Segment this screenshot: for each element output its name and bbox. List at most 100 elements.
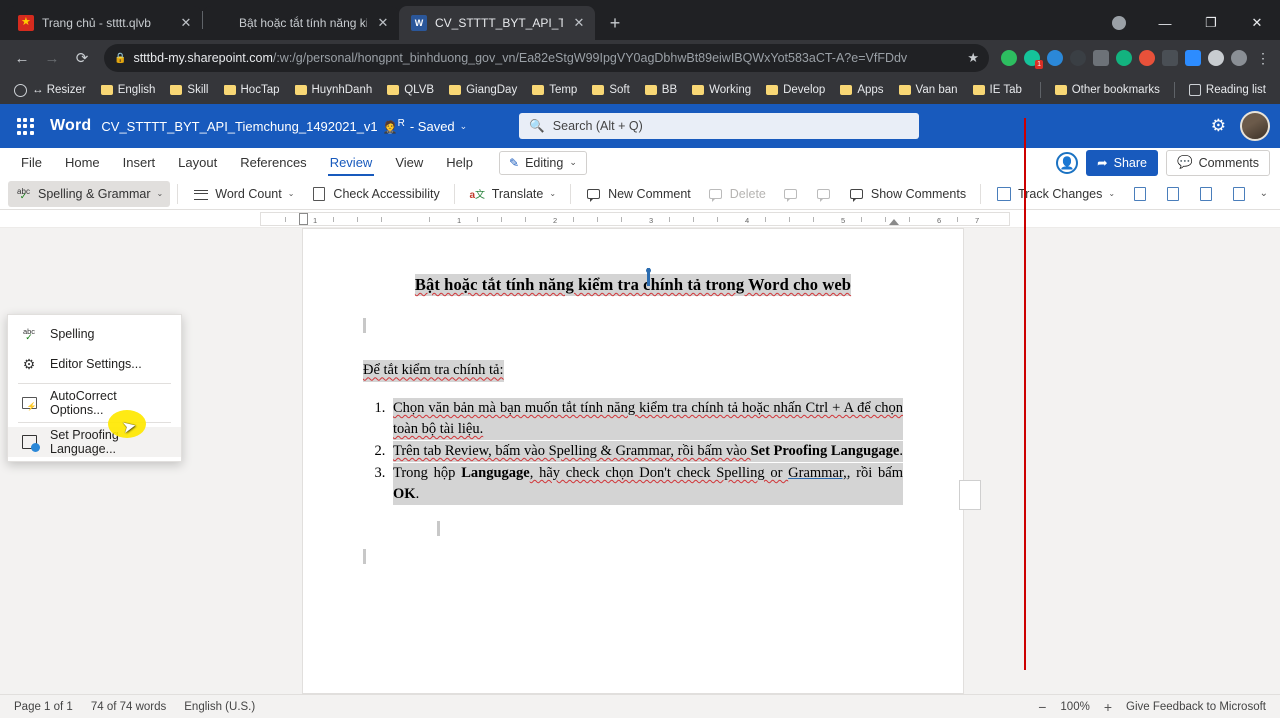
chevron-down-icon[interactable]: ⌄ xyxy=(460,121,468,132)
word-count[interactable]: 74 of 74 words xyxy=(91,701,166,713)
editing-mode-button[interactable]: ✎ Editing ⌄ xyxy=(499,150,587,175)
minimize-button[interactable]: — xyxy=(1142,6,1188,40)
reading-list-button[interactable]: Reading list xyxy=(1183,82,1272,98)
tab-review[interactable]: Review xyxy=(319,151,384,176)
check-accessibility-button[interactable]: Check Accessibility xyxy=(303,181,446,207)
new-comment-button[interactable]: New Comment xyxy=(578,181,698,207)
grammarly-extension-icon[interactable] xyxy=(1024,50,1044,69)
browser-tab-1[interactable]: Trang chủ - stttt.qlvb ✕ xyxy=(6,6,202,40)
tab-home[interactable]: Home xyxy=(54,151,111,174)
ribbon-separator xyxy=(980,183,982,204)
page-thumbnail-box[interactable] xyxy=(959,480,981,510)
tab-layout[interactable]: Layout xyxy=(167,151,228,174)
reload-button[interactable]: ⟳ xyxy=(68,44,96,72)
bookmark-item[interactable]: Temp xyxy=(526,82,583,98)
pen-icon: ✎ xyxy=(509,155,520,170)
tomato-timer-icon[interactable] xyxy=(1139,50,1155,66)
bookmark-item[interactable]: Working xyxy=(686,82,757,98)
menu-item-spelling[interactable]: abc ✓ Spelling xyxy=(8,319,181,349)
puzzle-extensions-icon[interactable] xyxy=(1208,50,1224,66)
search-input[interactable]: 🔍 Search (Alt + Q) xyxy=(519,113,920,139)
close-window-button[interactable]: ✕ xyxy=(1234,6,1280,40)
close-tab-icon[interactable]: ✕ xyxy=(178,15,194,31)
blue-extension-icon[interactable] xyxy=(1047,50,1063,66)
tab-insert[interactable]: Insert xyxy=(112,151,167,174)
menu-item-editor-settings[interactable]: ⚙ Editor Settings... xyxy=(8,349,181,379)
kebab-menu-icon[interactable]: ⋮ xyxy=(1254,50,1272,67)
qr-extension-icon[interactable] xyxy=(1162,50,1178,66)
bookmark-item[interactable]: BB xyxy=(639,82,683,98)
address-bar[interactable]: 🔒 stttbd-my.sharepoint.com/:w:/g/persona… xyxy=(104,44,989,72)
track-changes-button[interactable]: Track Changes ⌄ xyxy=(988,181,1122,207)
zoom-out-button[interactable]: − xyxy=(1038,699,1046,715)
spelling-grammar-button[interactable]: abc ✓ Spelling & Grammar ⌄ xyxy=(8,180,171,207)
maximize-button[interactable]: ❐ xyxy=(1188,6,1234,40)
close-tab-icon[interactable]: ✕ xyxy=(375,15,391,31)
bookmark-item[interactable]: QLVB xyxy=(381,82,440,98)
bookmark-item[interactable]: Apps xyxy=(834,82,889,98)
word-count-button[interactable]: Word Count ⌄ xyxy=(185,181,301,207)
zoom-extension-icon[interactable] xyxy=(1185,50,1201,66)
share-button[interactable]: ➦ Share xyxy=(1086,149,1158,176)
person-icon[interactable]: 👤 xyxy=(1056,151,1079,174)
document-scroll-area[interactable]: Bật hoặc tắt tính năng kiểm tra chính tả… xyxy=(0,228,1280,694)
new-tab-button[interactable]: + xyxy=(601,9,629,37)
feedback-link[interactable]: Give Feedback to Microsoft xyxy=(1126,701,1266,713)
next-change-button[interactable] xyxy=(1223,181,1254,207)
back-button[interactable]: ← xyxy=(8,44,36,72)
bookmark-item[interactable]: Develop xyxy=(760,82,831,98)
horizontal-ruler[interactable]: 1 1 2 3 4 5 6 7 xyxy=(260,211,1010,226)
bookmark-item[interactable]: Soft xyxy=(586,82,635,98)
document-page[interactable]: Bật hoặc tắt tính năng kiểm tra chính tả… xyxy=(303,229,963,693)
profile-status-icon[interactable] xyxy=(1096,6,1142,40)
bookmark-item[interactable]: ↔ Resizer xyxy=(8,82,92,99)
close-tab-icon[interactable]: ✕ xyxy=(571,15,587,31)
bookmark-star-icon[interactable]: ★ xyxy=(959,50,979,66)
menu-item-set-proofing-language[interactable]: Set Proofing Language... xyxy=(8,427,181,457)
gear-icon[interactable]: ⚙ xyxy=(1211,116,1226,136)
spelling-grammar-menu[interactable]: abc✓ Spelling ⚙ Editor Settings... AutoC… xyxy=(7,314,182,462)
bookmark-item[interactable]: Skill xyxy=(164,82,214,98)
zoom-level[interactable]: 100% xyxy=(1060,701,1089,713)
ribbon-overflow-chevron-icon[interactable]: ⌄ xyxy=(1260,188,1272,199)
notes-extension-icon[interactable] xyxy=(1093,50,1109,66)
bookmark-item[interactable]: HocTap xyxy=(218,82,286,98)
browser-tab-3[interactable]: W CV_STTTT_BYT_API_Tiemchung_1 ✕ xyxy=(399,6,595,40)
tab-file[interactable]: File xyxy=(10,151,53,174)
forward-button[interactable]: → xyxy=(38,44,66,72)
other-bookmarks-button[interactable]: Other bookmarks xyxy=(1049,82,1166,98)
edge-extension-icon[interactable] xyxy=(1070,50,1086,66)
browser-tab-2[interactable]: Bật hoặc tắt tính năng kiểm tra c ✕ xyxy=(203,6,399,40)
bookmark-item[interactable]: IE Tab xyxy=(967,82,1028,98)
chevron-down-icon[interactable]: ⌄ xyxy=(1108,189,1115,198)
bookmark-item[interactable]: English xyxy=(95,82,162,98)
tab-view[interactable]: View xyxy=(384,151,434,174)
avatar[interactable] xyxy=(1240,111,1270,141)
evernote-extension-icon[interactable] xyxy=(1001,50,1017,66)
left-indent-marker[interactable] xyxy=(299,212,308,225)
tab-references[interactable]: References xyxy=(229,151,317,174)
right-indent-marker[interactable] xyxy=(889,218,899,225)
show-comments-button[interactable]: Show Comments xyxy=(841,181,973,207)
previous-change-button[interactable] xyxy=(1190,181,1221,207)
green-extension-icon[interactable] xyxy=(1116,50,1132,66)
user-profile-icon[interactable] xyxy=(1231,50,1247,66)
language-status[interactable]: English (U.S.) xyxy=(184,701,255,713)
bookmark-item[interactable]: Van ban xyxy=(893,82,964,98)
chevron-down-icon[interactable]: ⌄ xyxy=(549,189,556,198)
menu-item-autocorrect-options[interactable]: AutoCorrect Options... xyxy=(8,388,181,418)
tab-help[interactable]: Help xyxy=(435,151,484,174)
app-launcher-icon[interactable] xyxy=(10,117,40,135)
translate-button[interactable]: a文 Translate ⌄ xyxy=(462,181,563,207)
comments-button[interactable]: 💬 Comments xyxy=(1165,149,1270,176)
accept-change-button[interactable] xyxy=(1124,181,1155,207)
chevron-down-icon[interactable]: ⌄ xyxy=(288,189,295,198)
document-title[interactable]: CV_STTTT_BYT_API_Tiemchung_1492021_v1 🤵R… xyxy=(101,118,467,134)
reject-change-button[interactable] xyxy=(1157,181,1188,207)
chevron-down-icon[interactable]: ⌄ xyxy=(157,189,164,198)
zoom-in-button[interactable]: + xyxy=(1104,699,1112,715)
bookmark-item[interactable]: GiangDay xyxy=(443,82,523,98)
word-brand-label[interactable]: Word xyxy=(50,117,91,135)
bookmark-item[interactable]: HuynhDanh xyxy=(289,82,379,98)
track-changes-label: Track Changes xyxy=(1018,186,1103,201)
